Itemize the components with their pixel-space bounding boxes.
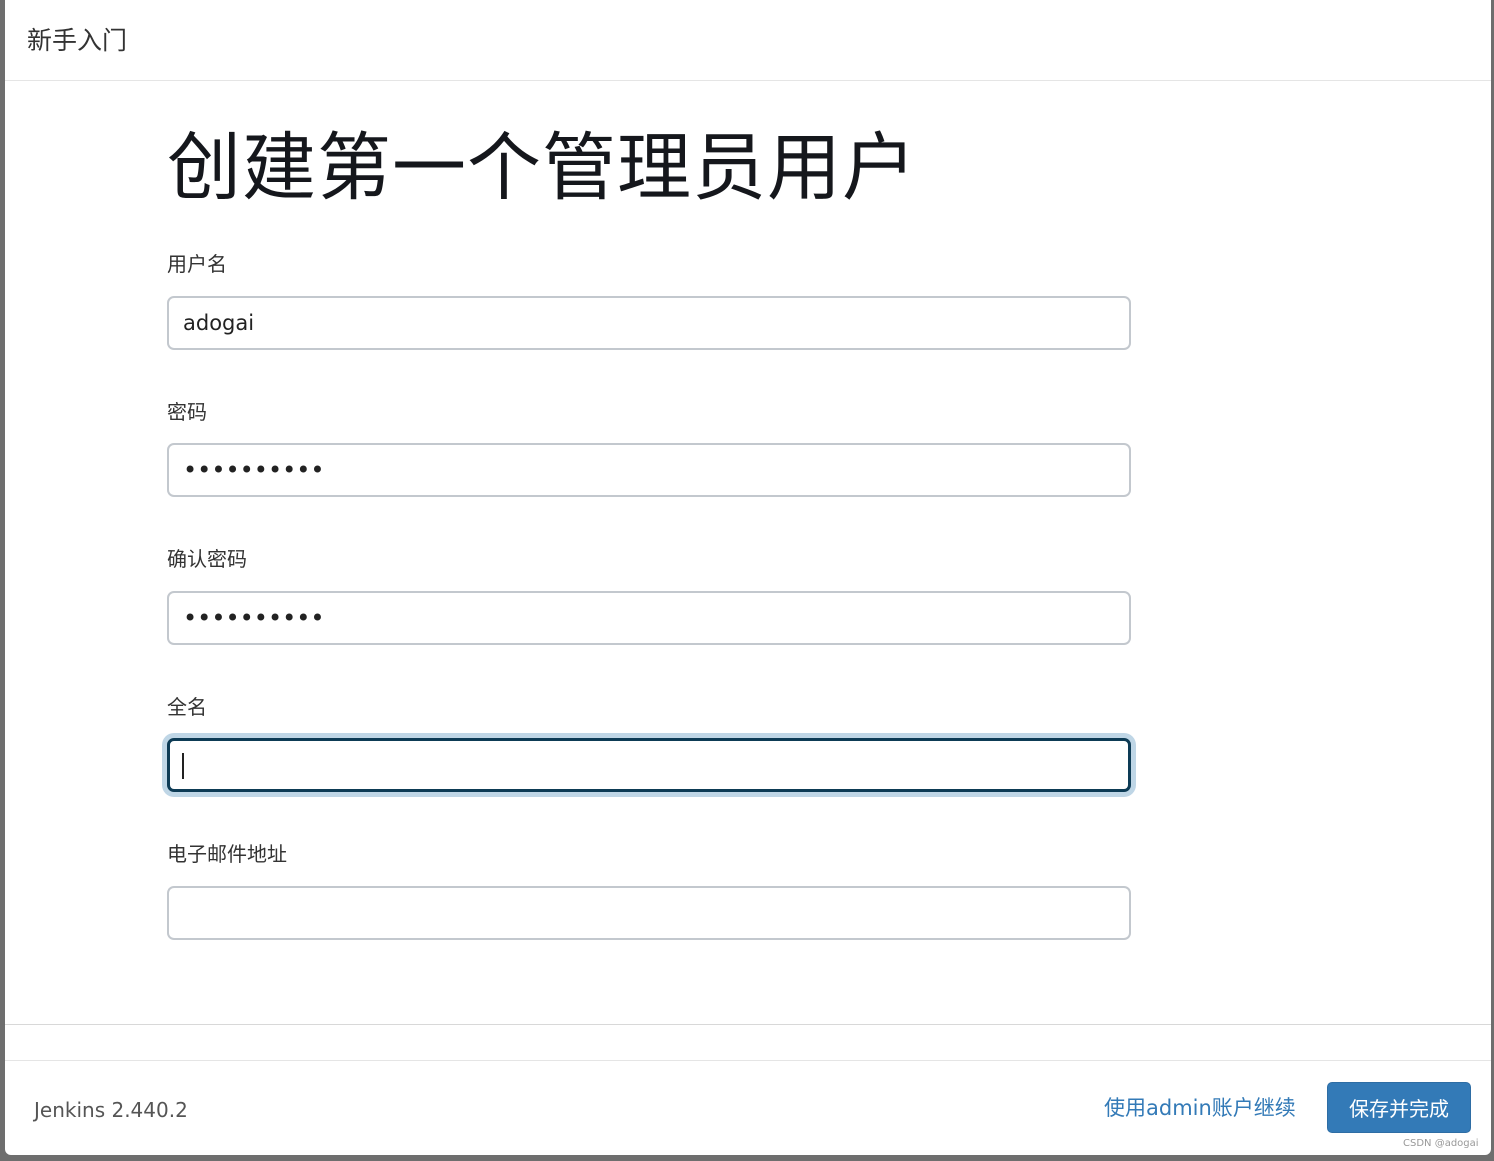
save-and-finish-button[interactable]: 保存并完成	[1327, 1082, 1471, 1133]
content-divider	[5, 1024, 1491, 1025]
password-input[interactable]	[167, 443, 1131, 497]
setup-wizard-dialog: 新手入门 创建第一个管理员用户 用户名 密码 确认密码 全名 电子邮件地址 Je…	[5, 0, 1491, 1155]
email-label: 电子邮件地址	[167, 842, 287, 866]
text-cursor	[182, 753, 184, 779]
confirm-password-label: 确认密码	[167, 547, 247, 571]
email-input[interactable]	[167, 886, 1131, 940]
password-label: 密码	[167, 400, 207, 424]
full-name-input[interactable]	[167, 738, 1131, 792]
full-name-label: 全名	[167, 695, 207, 719]
dialog-header: 新手入门	[5, 0, 1491, 81]
username-label: 用户名	[167, 252, 227, 276]
confirm-password-input[interactable]	[167, 591, 1131, 645]
page-title: 创建第一个管理员用户	[167, 125, 917, 211]
dialog-title: 新手入门	[27, 26, 128, 55]
footer-divider	[5, 1060, 1491, 1061]
username-input[interactable]	[167, 296, 1131, 350]
watermark: CSDN @adogai	[1403, 1138, 1479, 1149]
continue-as-admin-link[interactable]: 使用admin账户继续	[1104, 1094, 1296, 1122]
version-label: Jenkins 2.440.2	[34, 1098, 188, 1122]
